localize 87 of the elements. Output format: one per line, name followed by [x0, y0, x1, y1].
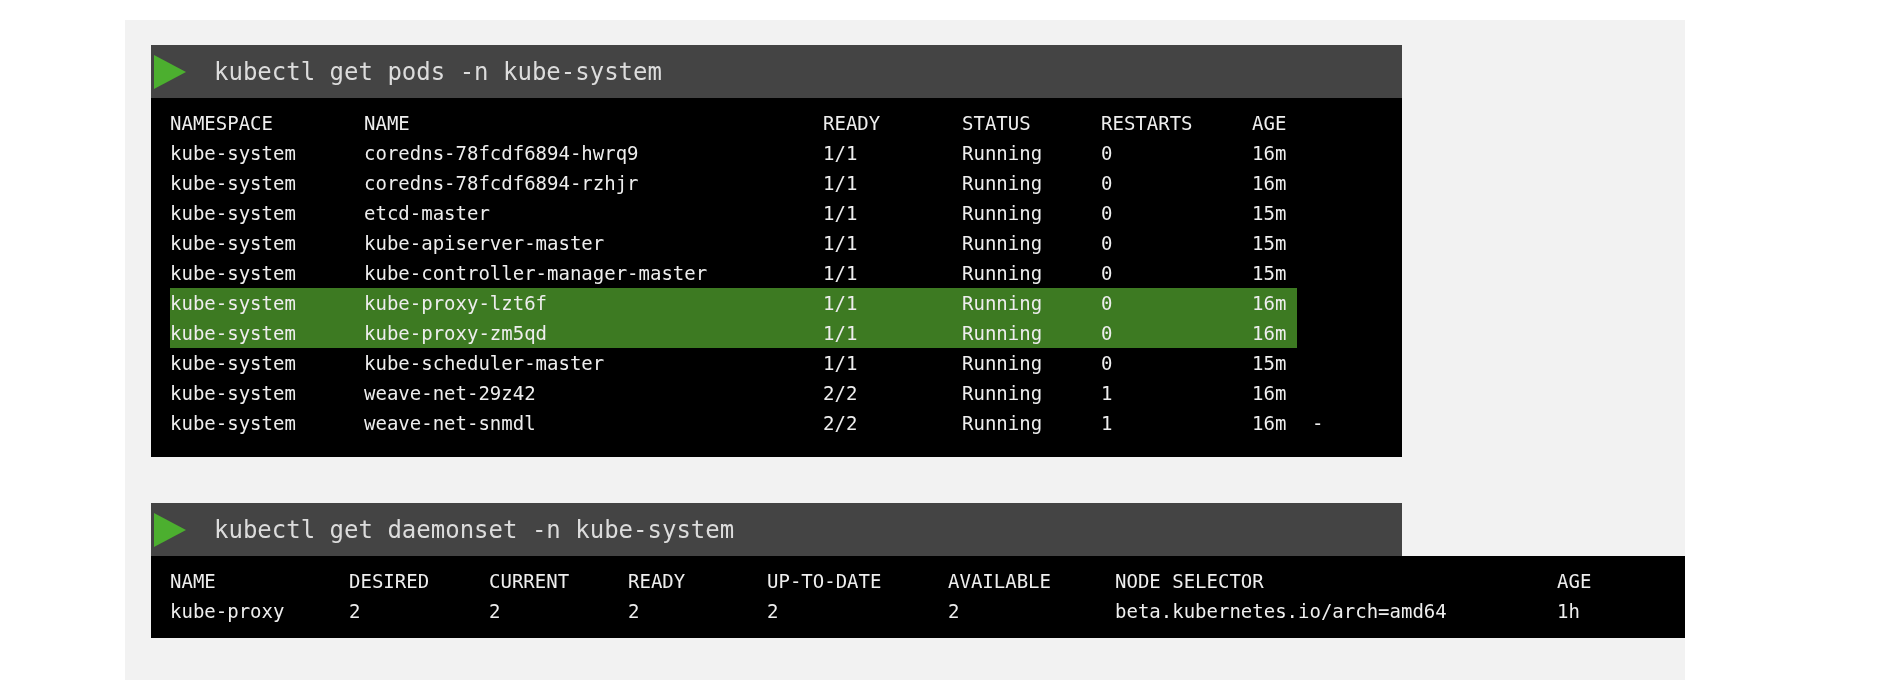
table-cell-text: 16m [1252, 321, 1288, 346]
column-header: AGE [1557, 569, 1593, 594]
table-cell-text: coredns-78fcdf6894-rzhjr [364, 171, 640, 196]
table-cell-text: 0 [1101, 201, 1114, 226]
table-cell-text: 1/1 [823, 201, 859, 226]
table-cell-text: kube-controller-manager-master [364, 261, 709, 286]
table-cell-text: 1/1 [823, 291, 859, 316]
table-cell-text: Running [962, 231, 1044, 256]
table-cell-text: beta.kubernetes.io/arch=amd64 [1115, 599, 1448, 624]
table-cell-text: 15m [1252, 351, 1288, 376]
column-header: NAME [170, 569, 217, 594]
table-cell-text: 15m [1252, 231, 1288, 256]
table-cell-text: kube-system [170, 201, 297, 226]
table-cell-text: etcd-master [364, 201, 491, 226]
table-cell-text: 2 [948, 599, 961, 624]
table-cell-text: kube-system [170, 171, 297, 196]
table-cell-text: 0 [1101, 231, 1114, 256]
column-header: READY [628, 569, 687, 594]
column-header: AVAILABLE [948, 569, 1052, 594]
table-cell-text: 0 [1101, 351, 1114, 376]
table-cell-text: 1h [1557, 599, 1581, 624]
table-cell-text: kube-system [170, 261, 297, 286]
table-cell-text: 1/1 [823, 261, 859, 286]
table-cell-text: 2 [489, 599, 502, 624]
column-header: STATUS [962, 111, 1032, 136]
play-icon [154, 54, 186, 89]
table-cell-text: kube-system [170, 351, 297, 376]
table-cell-text: kube-apiserver-master [364, 231, 606, 256]
command-text: kubectl get daemonset -n kube-system [214, 514, 735, 546]
table-cell-text: 2 [767, 599, 780, 624]
table-cell-text: 16m [1252, 171, 1288, 196]
table-cell-text: 1 [1101, 381, 1114, 406]
table-cell-text: Running [962, 171, 1044, 196]
stray-dash: - [1312, 411, 1324, 436]
table-cell-text: 1/1 [823, 231, 859, 256]
table-cell-text: 0 [1101, 261, 1114, 286]
table-cell-text: 1/1 [823, 171, 859, 196]
table-cell-text: Running [962, 291, 1044, 316]
table-cell-text: 0 [1101, 141, 1114, 166]
column-header: NAME [364, 111, 411, 136]
table-cell-text: 2/2 [823, 411, 859, 436]
table-cell-text: 1/1 [823, 351, 859, 376]
column-header: CURRENT [489, 569, 571, 594]
table-cell-text: 15m [1252, 261, 1288, 286]
table-cell-text: weave-net-snmdl [364, 411, 537, 436]
column-header: NODE SELECTOR [1115, 569, 1265, 594]
table-cell-text: 1/1 [823, 321, 859, 346]
table-cell-text: 2/2 [823, 381, 859, 406]
table-cell-text: Running [962, 201, 1044, 226]
table-cell-text: Running [962, 381, 1044, 406]
table-cell-text: Running [962, 141, 1044, 166]
table-cell-text: 0 [1101, 171, 1114, 196]
column-header: UP-TO-DATE [767, 569, 883, 594]
table-cell-text: kube-proxy-zm5qd [364, 321, 549, 346]
table-cell-text: 1/1 [823, 141, 859, 166]
table-cell-text: 16m [1252, 141, 1288, 166]
table-cell-text: 1 [1101, 411, 1114, 436]
table-cell-text: 16m [1252, 381, 1288, 406]
column-header: AGE [1252, 111, 1288, 136]
table-cell-text: kube-scheduler-master [364, 351, 606, 376]
table-cell-text: weave-net-29z42 [364, 381, 537, 406]
table-cell-text: 16m [1252, 411, 1288, 436]
table-cell-text: Running [962, 351, 1044, 376]
column-header: RESTARTS [1101, 111, 1194, 136]
table-cell-text: Running [962, 261, 1044, 286]
table-cell-text: kube-system [170, 141, 297, 166]
table-cell-text: 0 [1101, 321, 1114, 346]
table-cell-text: Running [962, 321, 1044, 346]
table-cell-text: 2 [349, 599, 362, 624]
table-cell-text: kube-system [170, 321, 297, 346]
column-header: DESIRED [349, 569, 431, 594]
table-cell-text: kube-proxy-lzt6f [364, 291, 549, 316]
table-cell-text: kube-system [170, 381, 297, 406]
table-cell-text: kube-system [170, 231, 297, 256]
table-cell-text: coredns-78fcdf6894-hwrq9 [364, 141, 640, 166]
table-cell-text: kube-proxy [170, 599, 286, 624]
column-header: NAMESPACE [170, 111, 274, 136]
table-cell-text: kube-system [170, 291, 297, 316]
table-cell-text: 15m [1252, 201, 1288, 226]
table-cell-text: 16m [1252, 291, 1288, 316]
table-cell-text: kube-system [170, 411, 297, 436]
play-icon [154, 512, 186, 547]
table-cell-text: 0 [1101, 291, 1114, 316]
column-header: READY [823, 111, 882, 136]
table-cell-text: 2 [628, 599, 641, 624]
command-text: kubectl get pods -n kube-system [214, 56, 662, 88]
table-cell-text: Running [962, 411, 1044, 436]
